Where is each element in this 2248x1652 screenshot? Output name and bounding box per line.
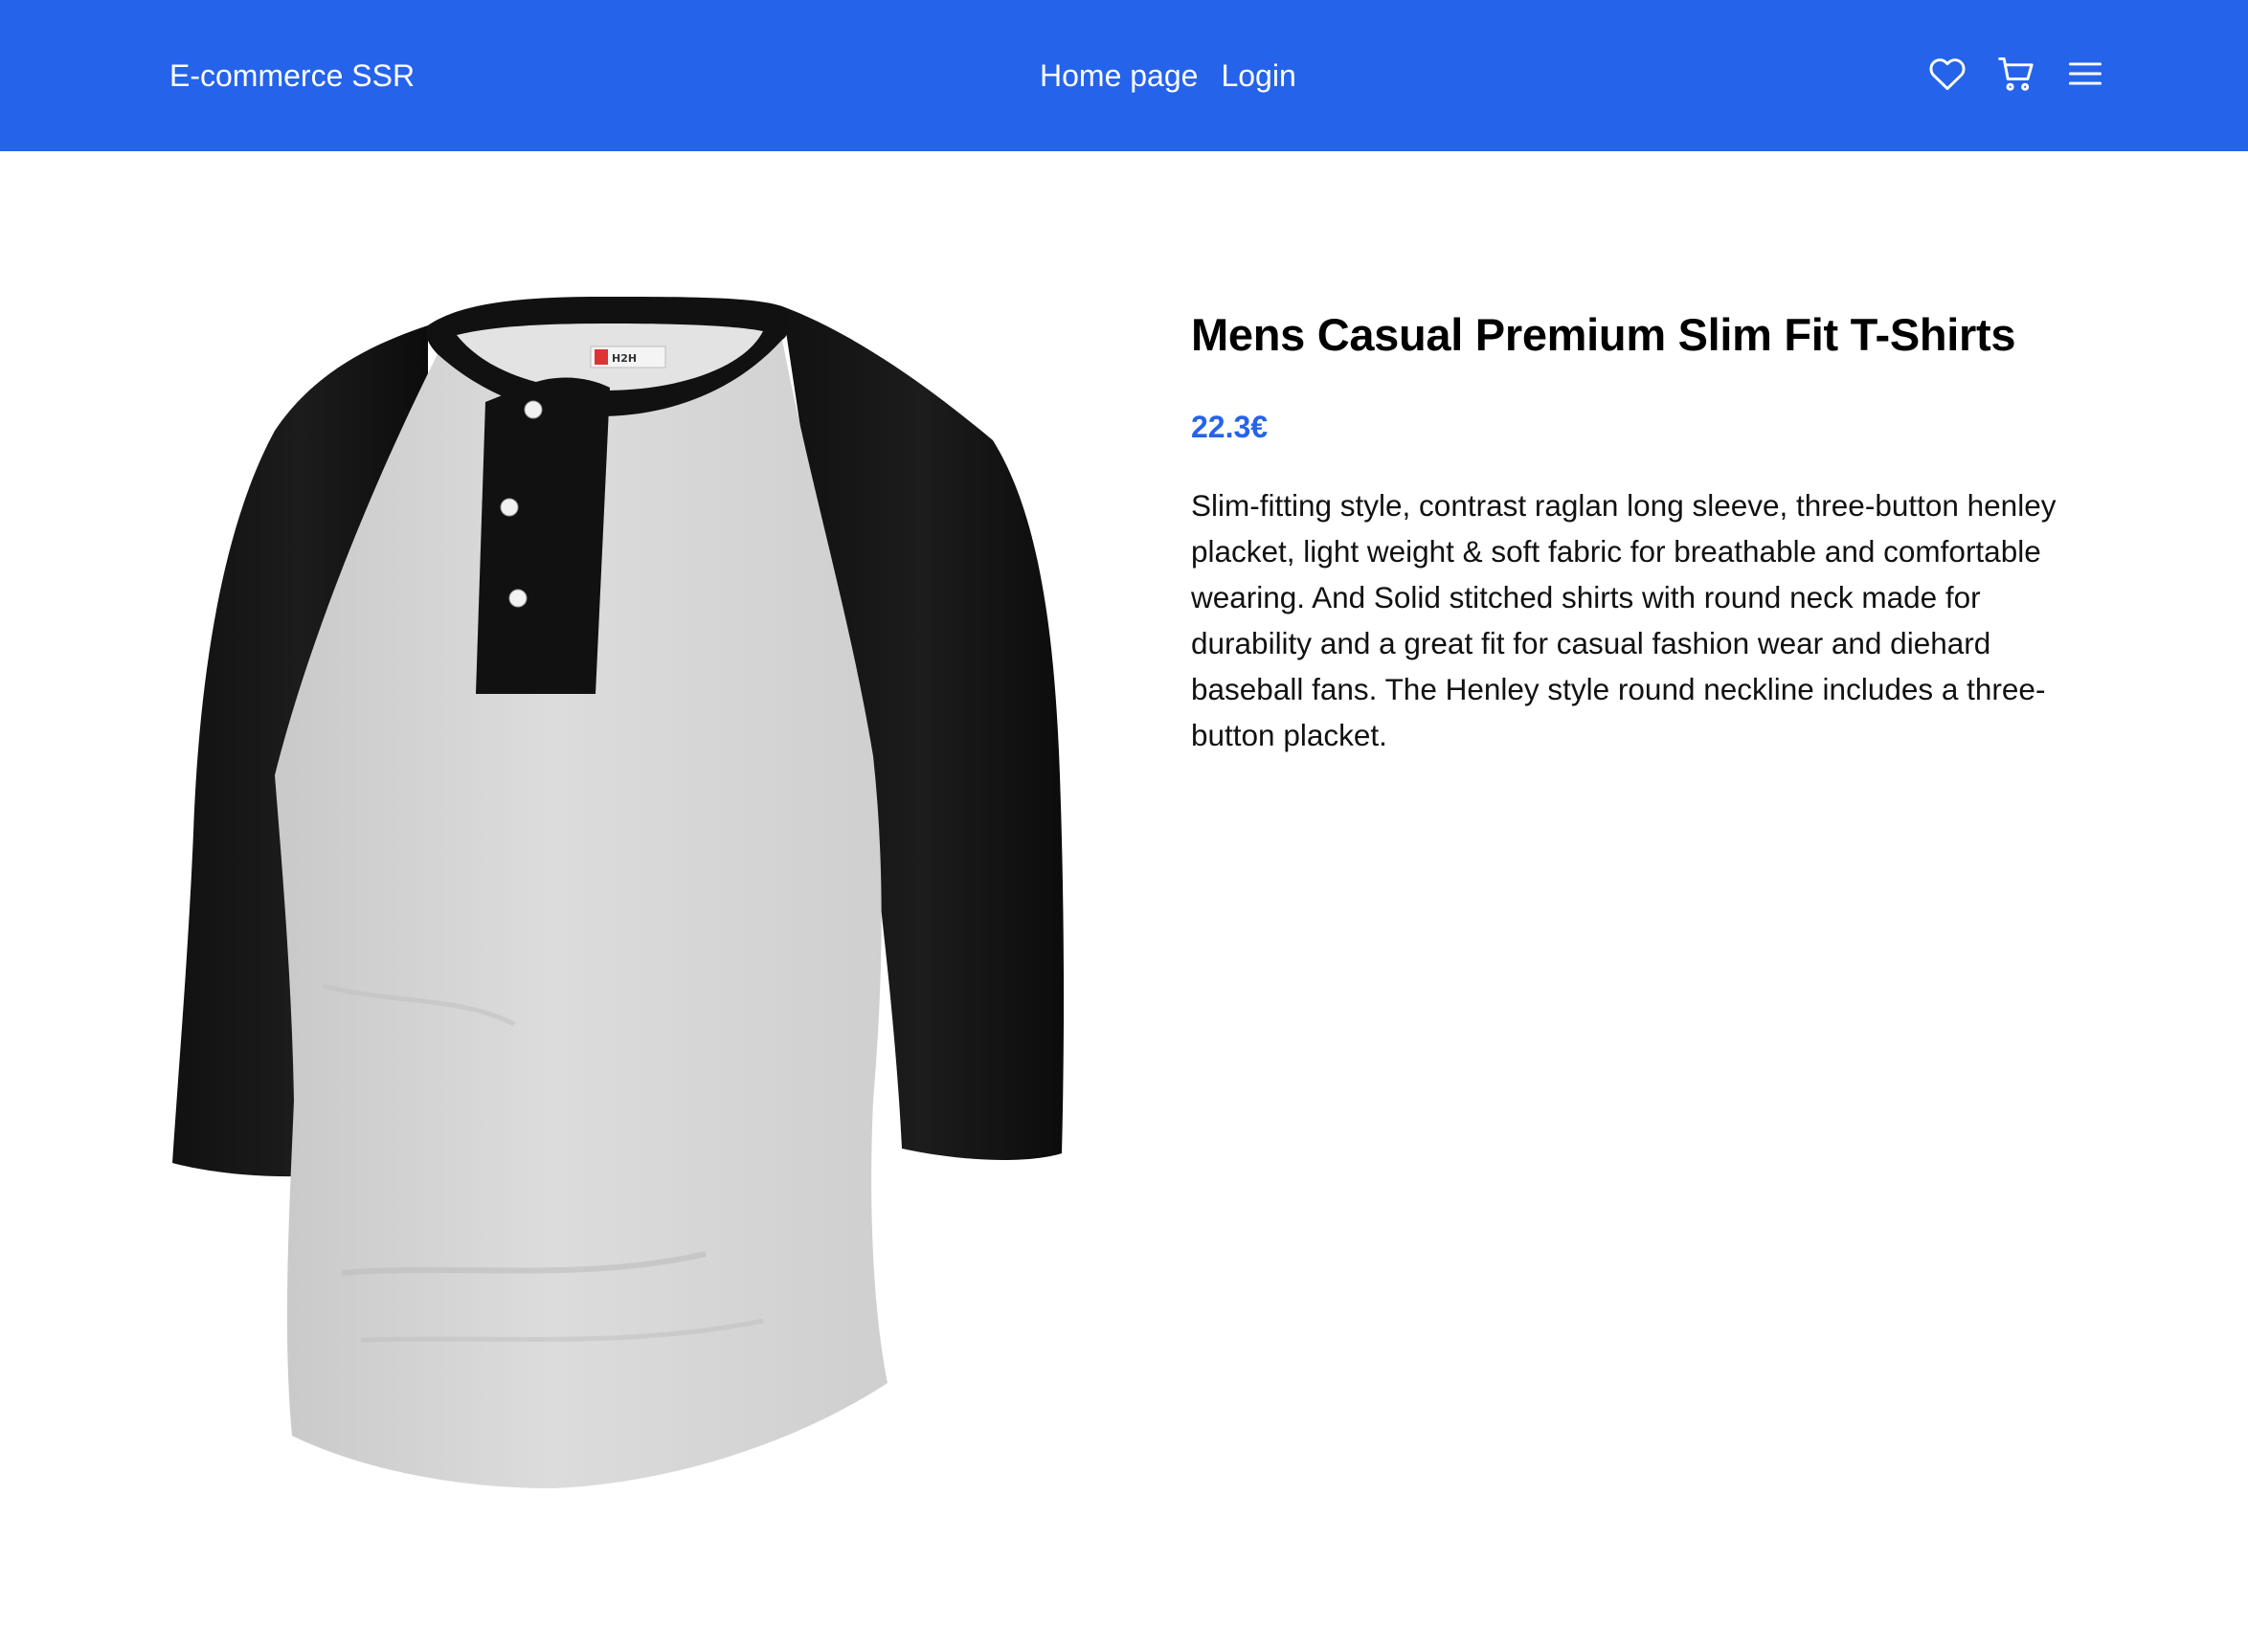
wishlist-button[interactable] <box>1926 53 1968 95</box>
product-image: H2H <box>169 297 1065 1507</box>
nav-icon-group <box>1926 53 2106 95</box>
nav-link-home[interactable]: Home page <box>1040 56 1198 96</box>
nav-link-login[interactable]: Login <box>1221 56 1295 96</box>
product-details: Mens Casual Premium Slim Fit T-Shirts 22… <box>1191 304 2091 789</box>
brand-link[interactable]: E-commerce SSR <box>169 56 415 96</box>
product-price: 22.3€ <box>1191 410 1269 444</box>
menu-icon <box>2068 62 2102 85</box>
product-description: Slim-fitting style, contrast raglan long… <box>1191 488 2057 752</box>
top-navbar: E-commerce SSR Home page Login <box>0 0 2248 151</box>
product-title: Mens Casual Premium Slim Fit T-Shirts <box>1191 309 2016 360</box>
main-nav: Home page Login <box>1040 56 1296 96</box>
shirt-label-text: H2H <box>612 352 637 365</box>
shirt-illustration: H2H <box>172 297 1065 1488</box>
cart-icon <box>1998 56 2034 91</box>
menu-button[interactable] <box>2064 53 2106 95</box>
cart-button[interactable] <box>1995 53 2037 95</box>
heart-icon <box>1929 58 1966 91</box>
